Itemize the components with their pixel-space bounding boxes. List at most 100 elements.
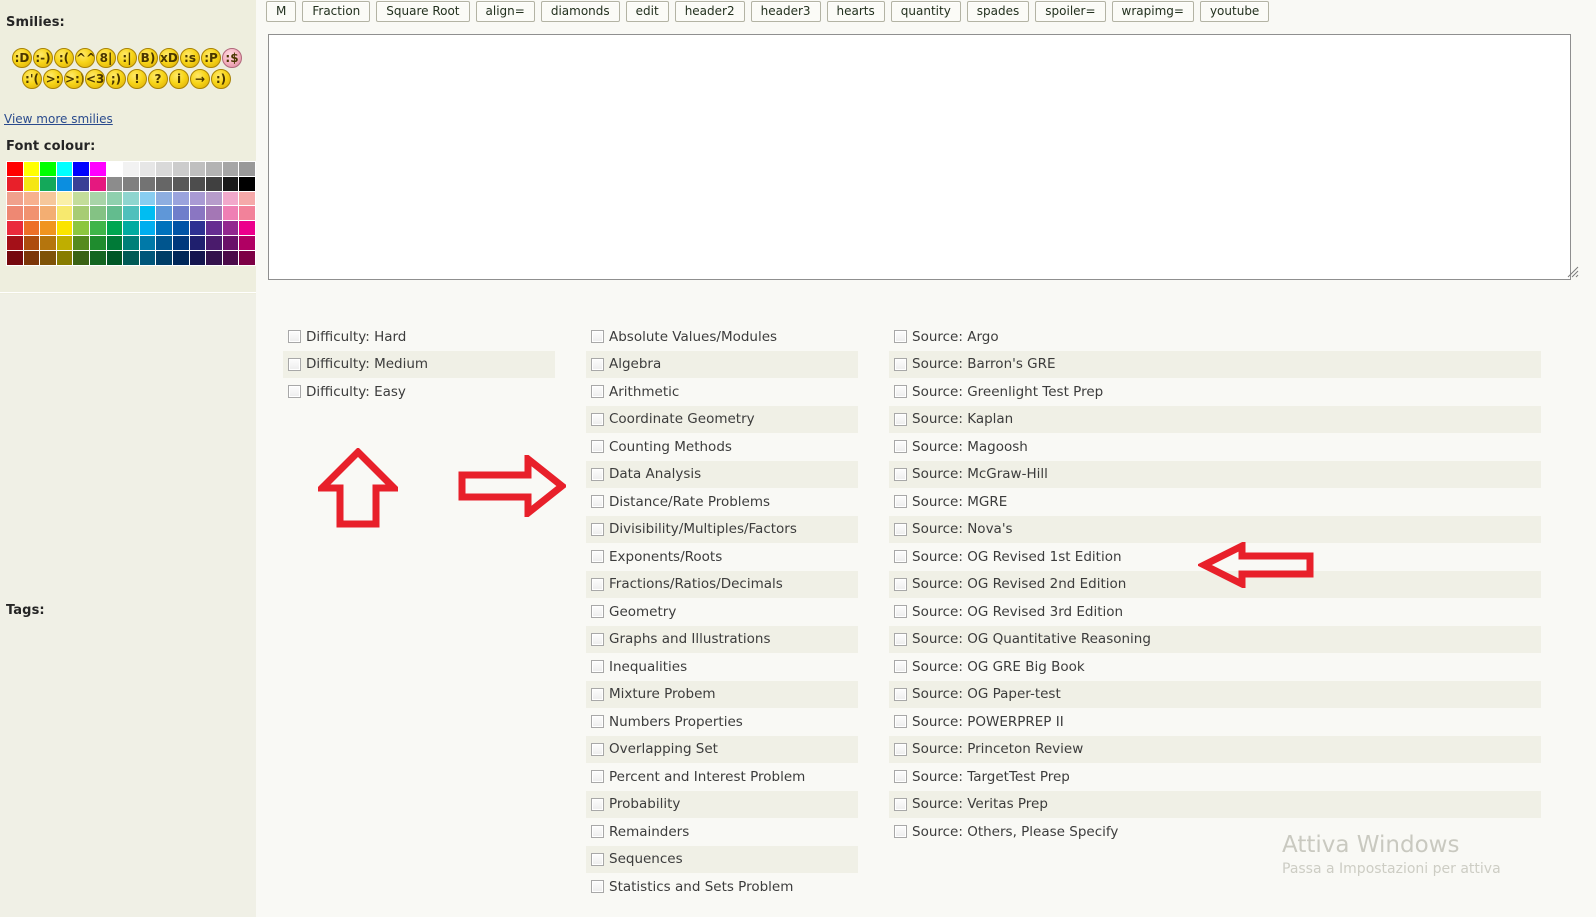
smiley-devil-angry[interactable]: >:( bbox=[43, 69, 63, 89]
colour-swatch-r3-c10[interactable] bbox=[156, 191, 172, 206]
colour-swatch-r6-c10[interactable] bbox=[156, 235, 172, 250]
colour-swatch-r1-c4[interactable] bbox=[56, 162, 73, 176]
bb-button-quantity[interactable]: quantity bbox=[890, 1, 961, 22]
smiley-happy[interactable]: :-) bbox=[33, 48, 53, 68]
colour-swatch-r4-c9[interactable] bbox=[139, 206, 156, 221]
bb-button-wrapimg[interactable]: wrapimg= bbox=[1111, 1, 1194, 22]
topic-tag-row[interactable]: Graphs and Illustrations bbox=[586, 625, 858, 653]
topic-checkbox[interactable] bbox=[591, 770, 604, 784]
source-checkbox[interactable] bbox=[894, 550, 907, 564]
colour-swatch-r1-c9[interactable] bbox=[139, 162, 156, 176]
source-tag-row[interactable]: Source: OG Paper-test bbox=[889, 680, 1541, 708]
colour-swatch-r6-c15[interactable] bbox=[239, 235, 255, 250]
topic-tag-row[interactable]: Fractions/Ratios/Decimals bbox=[586, 570, 858, 598]
colour-swatch-r3-c12[interactable] bbox=[189, 191, 206, 206]
topic-checkbox[interactable] bbox=[591, 467, 604, 481]
source-tag-row[interactable]: Source: Kaplan bbox=[889, 405, 1541, 433]
topic-checkbox[interactable] bbox=[591, 357, 604, 371]
colour-swatch-r4-c15[interactable] bbox=[239, 206, 255, 221]
source-checkbox[interactable] bbox=[894, 522, 907, 536]
bb-button-youtube[interactable]: youtube bbox=[1199, 1, 1270, 22]
colour-swatch-r2-c5[interactable] bbox=[73, 176, 89, 191]
colour-swatch-r6-c2[interactable] bbox=[23, 235, 40, 250]
source-tag-row[interactable]: Source: Nova's bbox=[889, 515, 1541, 543]
colour-swatch-r4-c4[interactable] bbox=[56, 206, 73, 221]
colour-swatch-r7-c8[interactable] bbox=[123, 250, 139, 265]
topic-checkbox[interactable] bbox=[591, 412, 604, 426]
source-checkbox[interactable] bbox=[894, 687, 907, 701]
source-checkbox[interactable] bbox=[894, 797, 907, 811]
smiley-smile-plain[interactable]: :) bbox=[211, 69, 231, 89]
colour-swatch-r7-c2[interactable] bbox=[23, 250, 40, 265]
colour-swatch-r5-c6[interactable] bbox=[89, 221, 106, 235]
smiley-exclamation[interactable]: ! bbox=[127, 69, 147, 89]
colour-swatch-r3-c2[interactable] bbox=[23, 191, 40, 206]
source-tag-row[interactable]: Source: Argo bbox=[889, 323, 1541, 351]
bb-button-m[interactable]: M bbox=[266, 1, 297, 22]
colour-swatch-r3-c4[interactable] bbox=[56, 191, 73, 206]
topic-checkbox[interactable] bbox=[591, 797, 604, 811]
colour-swatch-r6-c1[interactable] bbox=[7, 235, 23, 250]
colour-swatch-r6-c4[interactable] bbox=[56, 235, 73, 250]
topic-tag-row[interactable]: Distance/Rate Problems bbox=[586, 488, 858, 516]
colour-swatch-r1-c11[interactable] bbox=[172, 162, 189, 176]
smiley-wink[interactable]: ;) bbox=[106, 69, 126, 89]
colour-swatch-r1-c13[interactable] bbox=[206, 162, 222, 176]
colour-swatch-r6-c8[interactable] bbox=[123, 235, 139, 250]
topic-checkbox[interactable] bbox=[591, 742, 604, 756]
source-tag-row[interactable]: Source: Magoosh bbox=[889, 433, 1541, 461]
smiley-worried[interactable]: :s bbox=[180, 48, 200, 68]
colour-swatch-r3-c11[interactable] bbox=[172, 191, 189, 206]
topic-checkbox[interactable] bbox=[591, 330, 604, 344]
colour-swatch-r4-c7[interactable] bbox=[106, 206, 123, 221]
topic-tag-row[interactable]: Probability bbox=[586, 790, 858, 818]
colour-swatch-r4-c10[interactable] bbox=[156, 206, 172, 221]
colour-swatch-r6-c3[interactable] bbox=[40, 235, 56, 250]
source-checkbox[interactable] bbox=[894, 577, 907, 591]
colour-swatch-r5-c1[interactable] bbox=[7, 221, 23, 235]
colour-swatch-r1-c15[interactable] bbox=[239, 162, 255, 176]
topic-checkbox[interactable] bbox=[591, 632, 604, 646]
source-checkbox[interactable] bbox=[894, 632, 907, 646]
smiley-blush-pink[interactable]: :$ bbox=[222, 48, 242, 68]
source-checkbox[interactable] bbox=[894, 440, 907, 454]
difficulty-checkbox[interactable] bbox=[288, 330, 301, 344]
difficulty-tag-row[interactable]: Difficulty: Medium bbox=[283, 350, 555, 378]
source-checkbox[interactable] bbox=[894, 357, 907, 371]
colour-swatch-r2-c1[interactable] bbox=[7, 176, 23, 191]
colour-swatch-r2-c12[interactable] bbox=[189, 176, 206, 191]
source-checkbox[interactable] bbox=[894, 495, 907, 509]
difficulty-checkbox[interactable] bbox=[288, 385, 301, 399]
colour-swatch-r4-c3[interactable] bbox=[40, 206, 56, 221]
colour-swatch-r5-c4[interactable] bbox=[56, 221, 73, 235]
bb-button-hearts[interactable]: hearts bbox=[826, 1, 885, 22]
source-tag-row[interactable]: Source: McGraw-Hill bbox=[889, 460, 1541, 488]
smiley-neutral[interactable]: :| bbox=[117, 48, 137, 68]
topic-tag-row[interactable]: Mixture Probem bbox=[586, 680, 858, 708]
source-tag-row[interactable]: Source: Others, Please Specify bbox=[889, 818, 1541, 846]
colour-swatch-r2-c15[interactable] bbox=[239, 176, 255, 191]
colour-swatch-r7-c7[interactable] bbox=[106, 250, 123, 265]
colour-swatch-r1-c14[interactable] bbox=[222, 162, 239, 176]
topic-checkbox[interactable] bbox=[591, 715, 604, 729]
topic-tag-row[interactable]: Algebra bbox=[586, 350, 858, 378]
smiley-heart-eyes[interactable]: <3 bbox=[85, 69, 105, 89]
source-tag-row[interactable]: Source: TargetTest Prep bbox=[889, 763, 1541, 791]
colour-swatch-r1-c7[interactable] bbox=[106, 162, 123, 176]
colour-swatch-r1-c1[interactable] bbox=[7, 162, 23, 176]
smiley-grin[interactable]: :D bbox=[12, 48, 32, 68]
colour-swatch-r3-c13[interactable] bbox=[206, 191, 222, 206]
colour-swatch-r7-c10[interactable] bbox=[156, 250, 172, 265]
colour-swatch-r7-c11[interactable] bbox=[172, 250, 189, 265]
colour-swatch-r4-c14[interactable] bbox=[222, 206, 239, 221]
topic-tag-row[interactable]: Absolute Values/Modules bbox=[586, 323, 858, 351]
smiley-sad[interactable]: :( bbox=[54, 48, 74, 68]
colour-swatch-r5-c2[interactable] bbox=[23, 221, 40, 235]
smiley-arrow-right[interactable]: → bbox=[190, 69, 210, 89]
colour-swatch-r4-c5[interactable] bbox=[73, 206, 89, 221]
colour-swatch-r5-c5[interactable] bbox=[73, 221, 89, 235]
bb-button-align[interactable]: align= bbox=[475, 1, 535, 22]
colour-swatch-r6-c11[interactable] bbox=[172, 235, 189, 250]
colour-swatch-r1-c6[interactable] bbox=[89, 162, 106, 176]
topic-tag-row[interactable]: Coordinate Geometry bbox=[586, 405, 858, 433]
